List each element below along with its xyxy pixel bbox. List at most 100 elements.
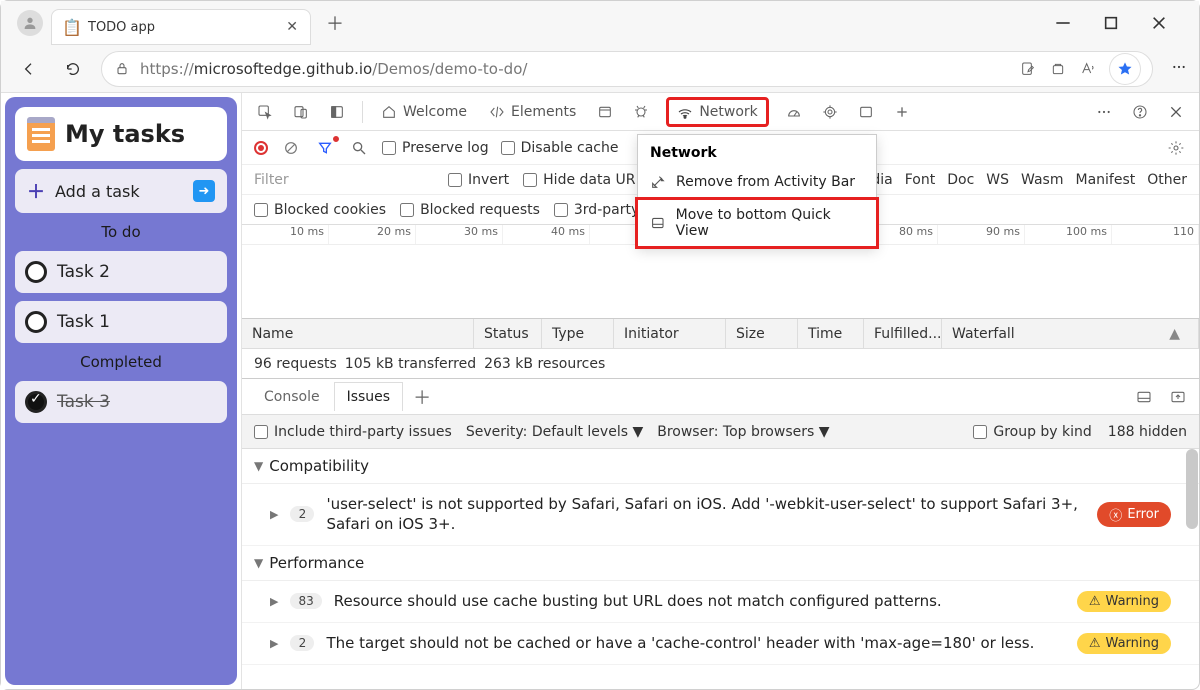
issue-row[interactable]: ▶ 2 'user-select' is not supported by Sa… [242, 484, 1199, 546]
sources-icon[interactable] [630, 101, 652, 123]
drawer-tabs: Console Issues ＋ [242, 379, 1199, 415]
application-icon[interactable] [594, 101, 616, 123]
task-item[interactable]: Task 2 [15, 251, 227, 293]
blocked-cookies-checkbox[interactable]: Blocked cookies [254, 202, 386, 218]
browser-menu-button[interactable] [1171, 59, 1187, 79]
network-settings-icon[interactable] [1165, 137, 1187, 159]
section-todo: To do [15, 221, 227, 243]
refresh-button[interactable] [57, 53, 89, 85]
inspect-icon[interactable] [254, 101, 276, 123]
type-filter[interactable]: Other [1147, 172, 1187, 188]
section-completed: Completed [15, 351, 227, 373]
back-button[interactable] [13, 53, 45, 85]
browser-filter-label: Browser: Top browsers ▼ [657, 424, 829, 440]
search-icon[interactable] [348, 137, 370, 159]
window-close-button[interactable] [1143, 9, 1175, 37]
group-by-kind-checkbox[interactable]: Group by kind [973, 424, 1091, 440]
clear-icon[interactable] [280, 137, 302, 159]
url-text: https://microsoftedge.github.io/Demos/de… [140, 60, 527, 78]
col-time[interactable]: Time [798, 319, 864, 348]
profile-avatar[interactable] [17, 10, 43, 36]
issue-row[interactable]: ▶ 2 The target should not be cached or h… [242, 623, 1199, 665]
performance-icon[interactable] [783, 101, 805, 123]
add-task-button[interactable]: ＋ Add a task ➜ [15, 169, 227, 213]
warning-badge: ⚠ Warning [1077, 633, 1171, 654]
tabs-row: 📋 TODO app ✕ ＋ [1, 1, 1199, 45]
chevron-down-icon: ▼ [254, 556, 263, 570]
include-third-party-checkbox[interactable]: Include third-party issues [254, 424, 452, 440]
col-fulfilled[interactable]: Fulfilled... [864, 319, 942, 348]
memory-icon[interactable] [819, 101, 841, 123]
timeline-overview[interactable] [242, 245, 1199, 319]
task-checkbox[interactable] [25, 311, 47, 333]
tab-console[interactable]: Console [252, 383, 332, 411]
record-button[interactable] [254, 141, 268, 155]
filter-input[interactable]: Filter [254, 172, 434, 188]
maximize-button[interactable] [1095, 9, 1127, 37]
type-filter[interactable]: Doc [947, 172, 974, 188]
preserve-log-checkbox[interactable]: Preserve log [382, 140, 489, 156]
sort-icon: ▲ [1169, 326, 1180, 342]
tab-favicon: 📋 [64, 19, 80, 35]
minimize-button[interactable] [1047, 9, 1079, 37]
address-row: https://microsoftedge.github.io/Demos/de… [1, 45, 1199, 92]
disable-cache-checkbox[interactable]: Disable cache [501, 140, 619, 156]
tab-welcome[interactable]: Welcome [377, 100, 471, 124]
tab-issues[interactable]: Issues [334, 382, 404, 411]
submit-arrow-icon[interactable]: ➜ [193, 180, 215, 202]
severity-label: Severity: Default levels ▼ [466, 424, 643, 440]
issue-text: The target should not be cached or have … [326, 633, 1064, 653]
task-checkbox-done[interactable] [25, 391, 47, 413]
col-size[interactable]: Size [726, 319, 798, 348]
col-name[interactable]: Name [242, 319, 474, 348]
issue-group-compat[interactable]: ▼Compatibility [242, 449, 1199, 484]
collections-icon[interactable] [1050, 61, 1066, 77]
filter-toggle-icon[interactable] [314, 137, 336, 159]
drawer-add-icon[interactable]: ＋ [405, 384, 439, 410]
hidden-count[interactable]: 188 hidden [1108, 424, 1187, 440]
hide-data-url-checkbox[interactable]: Hide data UR [523, 172, 635, 188]
address-bar[interactable]: https://microsoftedge.github.io/Demos/de… [101, 51, 1153, 87]
tab-elements[interactable]: Elements [485, 100, 580, 124]
ctx-remove[interactable]: Remove from Activity Bar [638, 167, 876, 197]
drawer-dock-icon[interactable] [1133, 386, 1155, 408]
tab-network[interactable]: Network [666, 97, 768, 127]
task-label: Task 1 [57, 312, 110, 332]
network-summary: 96 requests 105 kB transferred 263 kB re… [242, 349, 1199, 379]
tasks-header: My tasks [15, 107, 227, 161]
type-filter[interactable]: Wasm [1021, 172, 1063, 188]
task-item-done[interactable]: Task 3 [15, 381, 227, 423]
new-tab-button[interactable]: ＋ [319, 7, 351, 39]
type-filter[interactable]: WS [986, 172, 1009, 188]
issue-row[interactable]: ▶ 83 Resource should use cache busting b… [242, 581, 1199, 623]
edit-page-icon[interactable] [1020, 61, 1036, 77]
tab-close-icon[interactable]: ✕ [286, 19, 298, 35]
add-tab-icon[interactable] [891, 101, 913, 123]
col-status[interactable]: Status [474, 319, 542, 348]
col-type[interactable]: Type [542, 319, 614, 348]
device-toggle-icon[interactable] [290, 101, 312, 123]
issue-group-perf[interactable]: ▼Performance [242, 546, 1199, 581]
type-filter[interactable]: Manifest [1075, 172, 1135, 188]
dock-icon[interactable] [326, 101, 348, 123]
type-filter[interactable]: Font [905, 172, 935, 188]
invert-checkbox[interactable]: Invert [448, 172, 509, 188]
task-item[interactable]: Task 1 [15, 301, 227, 343]
drawer-expand-icon[interactable] [1167, 386, 1189, 408]
col-waterfall[interactable]: Waterfall▲ [942, 319, 1199, 348]
blocked-requests-checkbox[interactable]: Blocked requests [400, 202, 540, 218]
chevron-right-icon: ▶ [270, 508, 278, 521]
devtools-menu-icon[interactable] [1093, 101, 1115, 123]
page-viewport: My tasks ＋ Add a task ➜ To do Task 2 Tas… [1, 93, 241, 689]
ctx-move-to-bottom[interactable]: Move to bottom Quick View [635, 197, 879, 249]
favorite-icon[interactable] [1110, 54, 1140, 84]
help-icon[interactable] [1129, 101, 1151, 123]
browser-tab[interactable]: 📋 TODO app ✕ [51, 9, 311, 45]
col-initiator[interactable]: Initiator [614, 319, 726, 348]
read-aloud-icon[interactable] [1080, 61, 1096, 77]
task-checkbox[interactable] [25, 261, 47, 283]
more-tools-icon[interactable] [855, 101, 877, 123]
scrollbar-thumb[interactable] [1186, 449, 1198, 529]
devtools-close-icon[interactable] [1165, 101, 1187, 123]
site-info-icon[interactable] [114, 61, 130, 77]
